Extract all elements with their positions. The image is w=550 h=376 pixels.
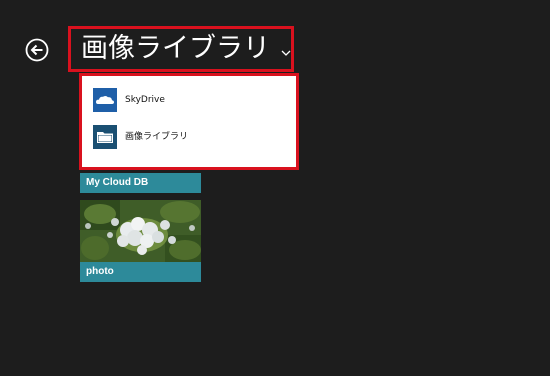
- dropdown-item-label: SkyDrive: [125, 95, 165, 105]
- folder-tile-photo[interactable]: photo: [80, 200, 201, 282]
- cloud-icon: [93, 88, 117, 112]
- back-arrow-icon: [25, 38, 49, 62]
- dropdown-item-label: 画像ライブラリ: [125, 132, 189, 142]
- back-button[interactable]: [25, 38, 49, 62]
- photo-thumbnail: [80, 200, 201, 262]
- dropdown-item-skydrive[interactable]: SkyDrive: [82, 83, 296, 117]
- tile-label-bar: photo: [80, 262, 201, 282]
- folder-icon: [93, 125, 117, 149]
- tile-label: My Cloud DB: [86, 177, 149, 188]
- tile-label: photo: [86, 266, 114, 277]
- location-dropdown: SkyDrive 画像ライブラリ: [82, 76, 296, 167]
- chevron-down-icon: [281, 50, 291, 56]
- dropdown-item-picture-library[interactable]: 画像ライブラリ: [82, 120, 296, 154]
- location-selector[interactable]: 画像ライブラリ: [68, 26, 294, 72]
- page-title: 画像ライブラリ: [81, 33, 270, 64]
- tile-label-bar: My Cloud DB: [80, 173, 201, 193]
